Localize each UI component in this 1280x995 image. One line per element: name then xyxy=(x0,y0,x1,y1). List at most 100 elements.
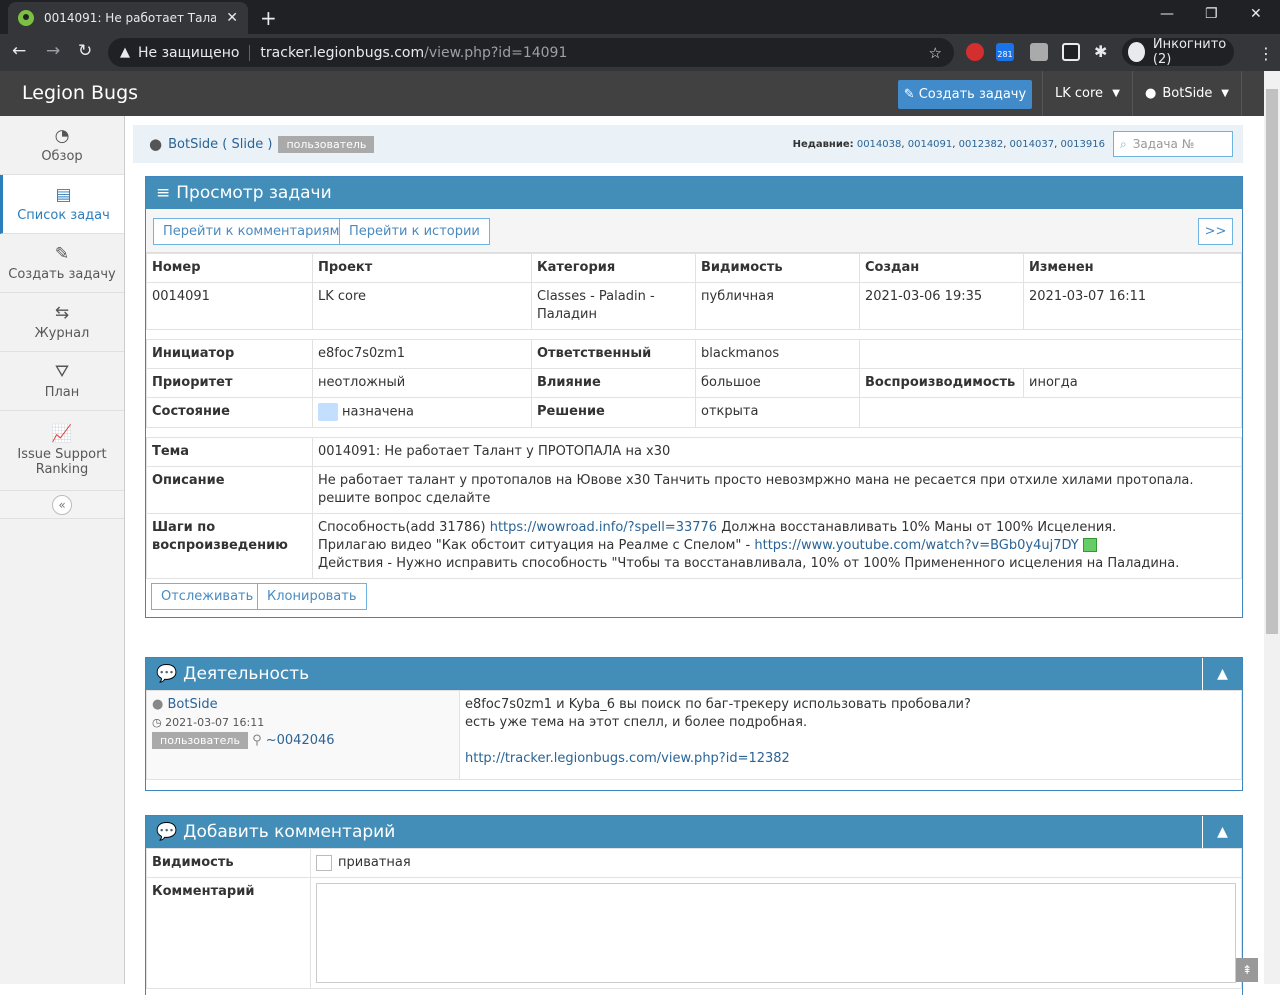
note-link[interactable]: http://tracker.legionbugs.com/view.php?i… xyxy=(465,751,790,766)
sidebar-item-log[interactable]: ⇆ Журнал xyxy=(0,293,124,352)
scrollbar-thumb[interactable] xyxy=(1266,89,1278,634)
extension-screen-icon[interactable] xyxy=(1062,43,1080,61)
incognito-icon xyxy=(1128,42,1145,62)
create-issue-button[interactable]: ✎ Создать задачу xyxy=(898,80,1032,109)
road-icon: ⛛ xyxy=(54,362,70,382)
priority-label: Приоритет xyxy=(146,368,313,398)
issue-toolbar: Перейти к комментариям Перейти к истории… xyxy=(146,209,1242,253)
sidebar-item-roadmap[interactable]: ⛛ План xyxy=(0,352,124,411)
retweet-icon: ⇆ xyxy=(54,303,70,323)
steps-value: Способность(add 31786) https://wowroad.i… xyxy=(312,512,1242,579)
reproducibility-label: Воспроизводимость xyxy=(859,368,1024,398)
bookmark-star-icon[interactable]: ☆ xyxy=(929,44,942,62)
reload-icon[interactable]: ↻ xyxy=(78,41,92,61)
spell-link[interactable]: https://wowroad.info/?spell=33776 xyxy=(490,520,717,535)
browser-tabbar: 0014091: Не работает Талант у ПРОТОПАЛА … xyxy=(0,0,1280,34)
sidebar-item-label: Обзор xyxy=(41,149,83,164)
summary-label: Тема xyxy=(146,436,313,467)
issue-details-table: Номер Проект Категория Видимость Создан … xyxy=(146,253,1242,579)
handler-label: Ответственный xyxy=(531,339,696,369)
note-author-link[interactable]: BotSide xyxy=(167,697,217,712)
extension-calendar-icon[interactable]: 281 xyxy=(996,43,1014,61)
goto-history-button[interactable]: Перейти к истории xyxy=(339,218,490,245)
private-label: приватная xyxy=(338,855,411,870)
column-header: Номер xyxy=(146,253,313,283)
recent-issue-link[interactable]: 0014091 xyxy=(908,139,953,150)
sidebar-item-ranking[interactable]: 📈 Issue Support Ranking xyxy=(0,411,124,491)
forward-icon[interactable]: → xyxy=(46,41,60,61)
status-color-swatch xyxy=(318,403,338,421)
recent-label: Недавние: xyxy=(792,139,854,150)
clone-button[interactable]: Клонировать xyxy=(257,582,367,610)
status-label: Состояние xyxy=(146,397,313,428)
user-icon: ● xyxy=(1145,86,1157,101)
minimize-icon[interactable]: — xyxy=(1160,6,1174,22)
user-dropdown[interactable]: ● BotSide ▼ xyxy=(1132,71,1242,116)
monitor-button[interactable]: Отслеживать xyxy=(151,582,264,610)
collapse-chevron-icon[interactable]: ▲ xyxy=(1202,816,1242,848)
back-icon[interactable]: ← xyxy=(12,41,26,61)
issue-updated: 2021-03-07 16:11 xyxy=(1023,282,1242,330)
collapse-icon[interactable]: « xyxy=(52,494,72,515)
comment-textarea[interactable] xyxy=(316,883,1236,983)
goto-comments-button[interactable]: Перейти к комментариям xyxy=(153,218,350,245)
recent-issues: Недавние: 0014038, 0014091, 0012382, 001… xyxy=(792,139,1105,150)
recent-issue-link[interactable]: 0014038 xyxy=(857,139,902,150)
user-icon: ● xyxy=(149,135,163,153)
reproducibility-value: иногда xyxy=(1023,368,1242,398)
browser-menu-icon[interactable]: ⋮ xyxy=(1258,44,1274,63)
steps-text: Прилагаю видео "Как обстоит ситуация на … xyxy=(318,537,755,553)
resolution-label: Решение xyxy=(531,397,696,428)
button-label: >> xyxy=(1204,224,1227,239)
widget-header: 💬 Деятельность ▲ xyxy=(146,658,1242,690)
sidebar-item-label: Журнал xyxy=(34,326,90,341)
video-link[interactable]: https://www.youtube.com/watch?v=BGb0y4uj… xyxy=(754,538,1078,553)
sidebar-item-create[interactable]: ✎ Создать задачу xyxy=(0,234,124,293)
sidebar-collapse: « xyxy=(0,491,124,519)
issue-created: 2021-03-06 19:35 xyxy=(859,282,1024,330)
issue-search-input[interactable]: ⌕ Задача № xyxy=(1113,131,1233,157)
private-checkbox[interactable] xyxy=(316,854,332,871)
chevron-down-icon: ▼ xyxy=(1221,88,1229,99)
scroll-to-top-button[interactable]: ⇞ xyxy=(1236,958,1258,982)
restore-icon[interactable]: ❐ xyxy=(1205,6,1218,22)
project-dropdown[interactable]: LK core ▼ xyxy=(1042,71,1132,116)
extension-adblock-icon[interactable] xyxy=(966,43,984,61)
browser-tab[interactable]: 0014091: Не работает Талант у ПРОТОПАЛА … xyxy=(8,2,248,34)
brand-logo[interactable]: Legion Bugs xyxy=(22,82,138,104)
tab-title: 0014091: Не работает Талант у ПРОТОПАЛА xyxy=(44,11,216,25)
bars-icon: ≡ xyxy=(156,183,171,203)
create-issue-label: Создать задачу xyxy=(918,87,1027,102)
download-icon[interactable] xyxy=(1082,538,1097,552)
current-user-link[interactable]: BotSide ( Slide ) xyxy=(168,137,272,152)
new-tab-icon[interactable]: + xyxy=(260,6,277,30)
sidebar-item-overview[interactable]: ◔ Обзор xyxy=(0,116,124,175)
page-scrollbar[interactable] xyxy=(1264,71,1280,984)
dashboard-icon: ◔ xyxy=(54,126,70,146)
extension-icon[interactable] xyxy=(1030,43,1048,61)
recent-issue-link[interactable]: 0013916 xyxy=(1060,139,1105,150)
description-value: Не работает талант у протопалов на Ювове… xyxy=(312,465,1242,514)
note-line: есть уже тема на этот спелл, и более под… xyxy=(465,715,808,730)
recent-issue-link[interactable]: 0012382 xyxy=(959,139,1004,150)
incognito-badge[interactable]: Инкогнито (2) xyxy=(1122,37,1234,67)
column-header: Видимость xyxy=(695,253,860,283)
recent-issue-link[interactable]: 0014037 xyxy=(1010,139,1055,150)
visibility-label: Видимость xyxy=(146,848,311,878)
url-bar[interactable]: ▲ Не защищено tracker.legionbugs.com/vie… xyxy=(108,38,954,67)
chevron-down-icon: ▼ xyxy=(1112,88,1120,99)
button-label: Перейти к истории xyxy=(349,224,480,239)
warning-icon: ▲ xyxy=(120,45,130,60)
close-tab-icon[interactable]: ✕ xyxy=(226,10,238,26)
collapse-chevron-icon[interactable]: ▲ xyxy=(1202,658,1242,690)
extensions-puzzle-icon[interactable]: ✱ xyxy=(1094,43,1112,61)
extension-badge: 281 xyxy=(997,50,1013,59)
window-close-icon[interactable]: ✕ xyxy=(1250,6,1262,22)
note-id-link[interactable]: ~0042046 xyxy=(266,733,335,748)
user-breadcrumb-bar: ● BotSide ( Slide ) пользователь Недавни… xyxy=(133,125,1243,163)
sidebar-item-issues[interactable]: ▤ Список задач xyxy=(0,175,124,234)
activity-widget: 💬 Деятельность ▲ ● BotSide ◷ 2021-03-07 … xyxy=(145,657,1243,791)
next-issue-button[interactable]: >> xyxy=(1198,218,1233,245)
steps-label: Шаги по воспроизведению xyxy=(146,512,313,579)
reporter-value: e8foc7s0zm1 xyxy=(312,339,532,369)
